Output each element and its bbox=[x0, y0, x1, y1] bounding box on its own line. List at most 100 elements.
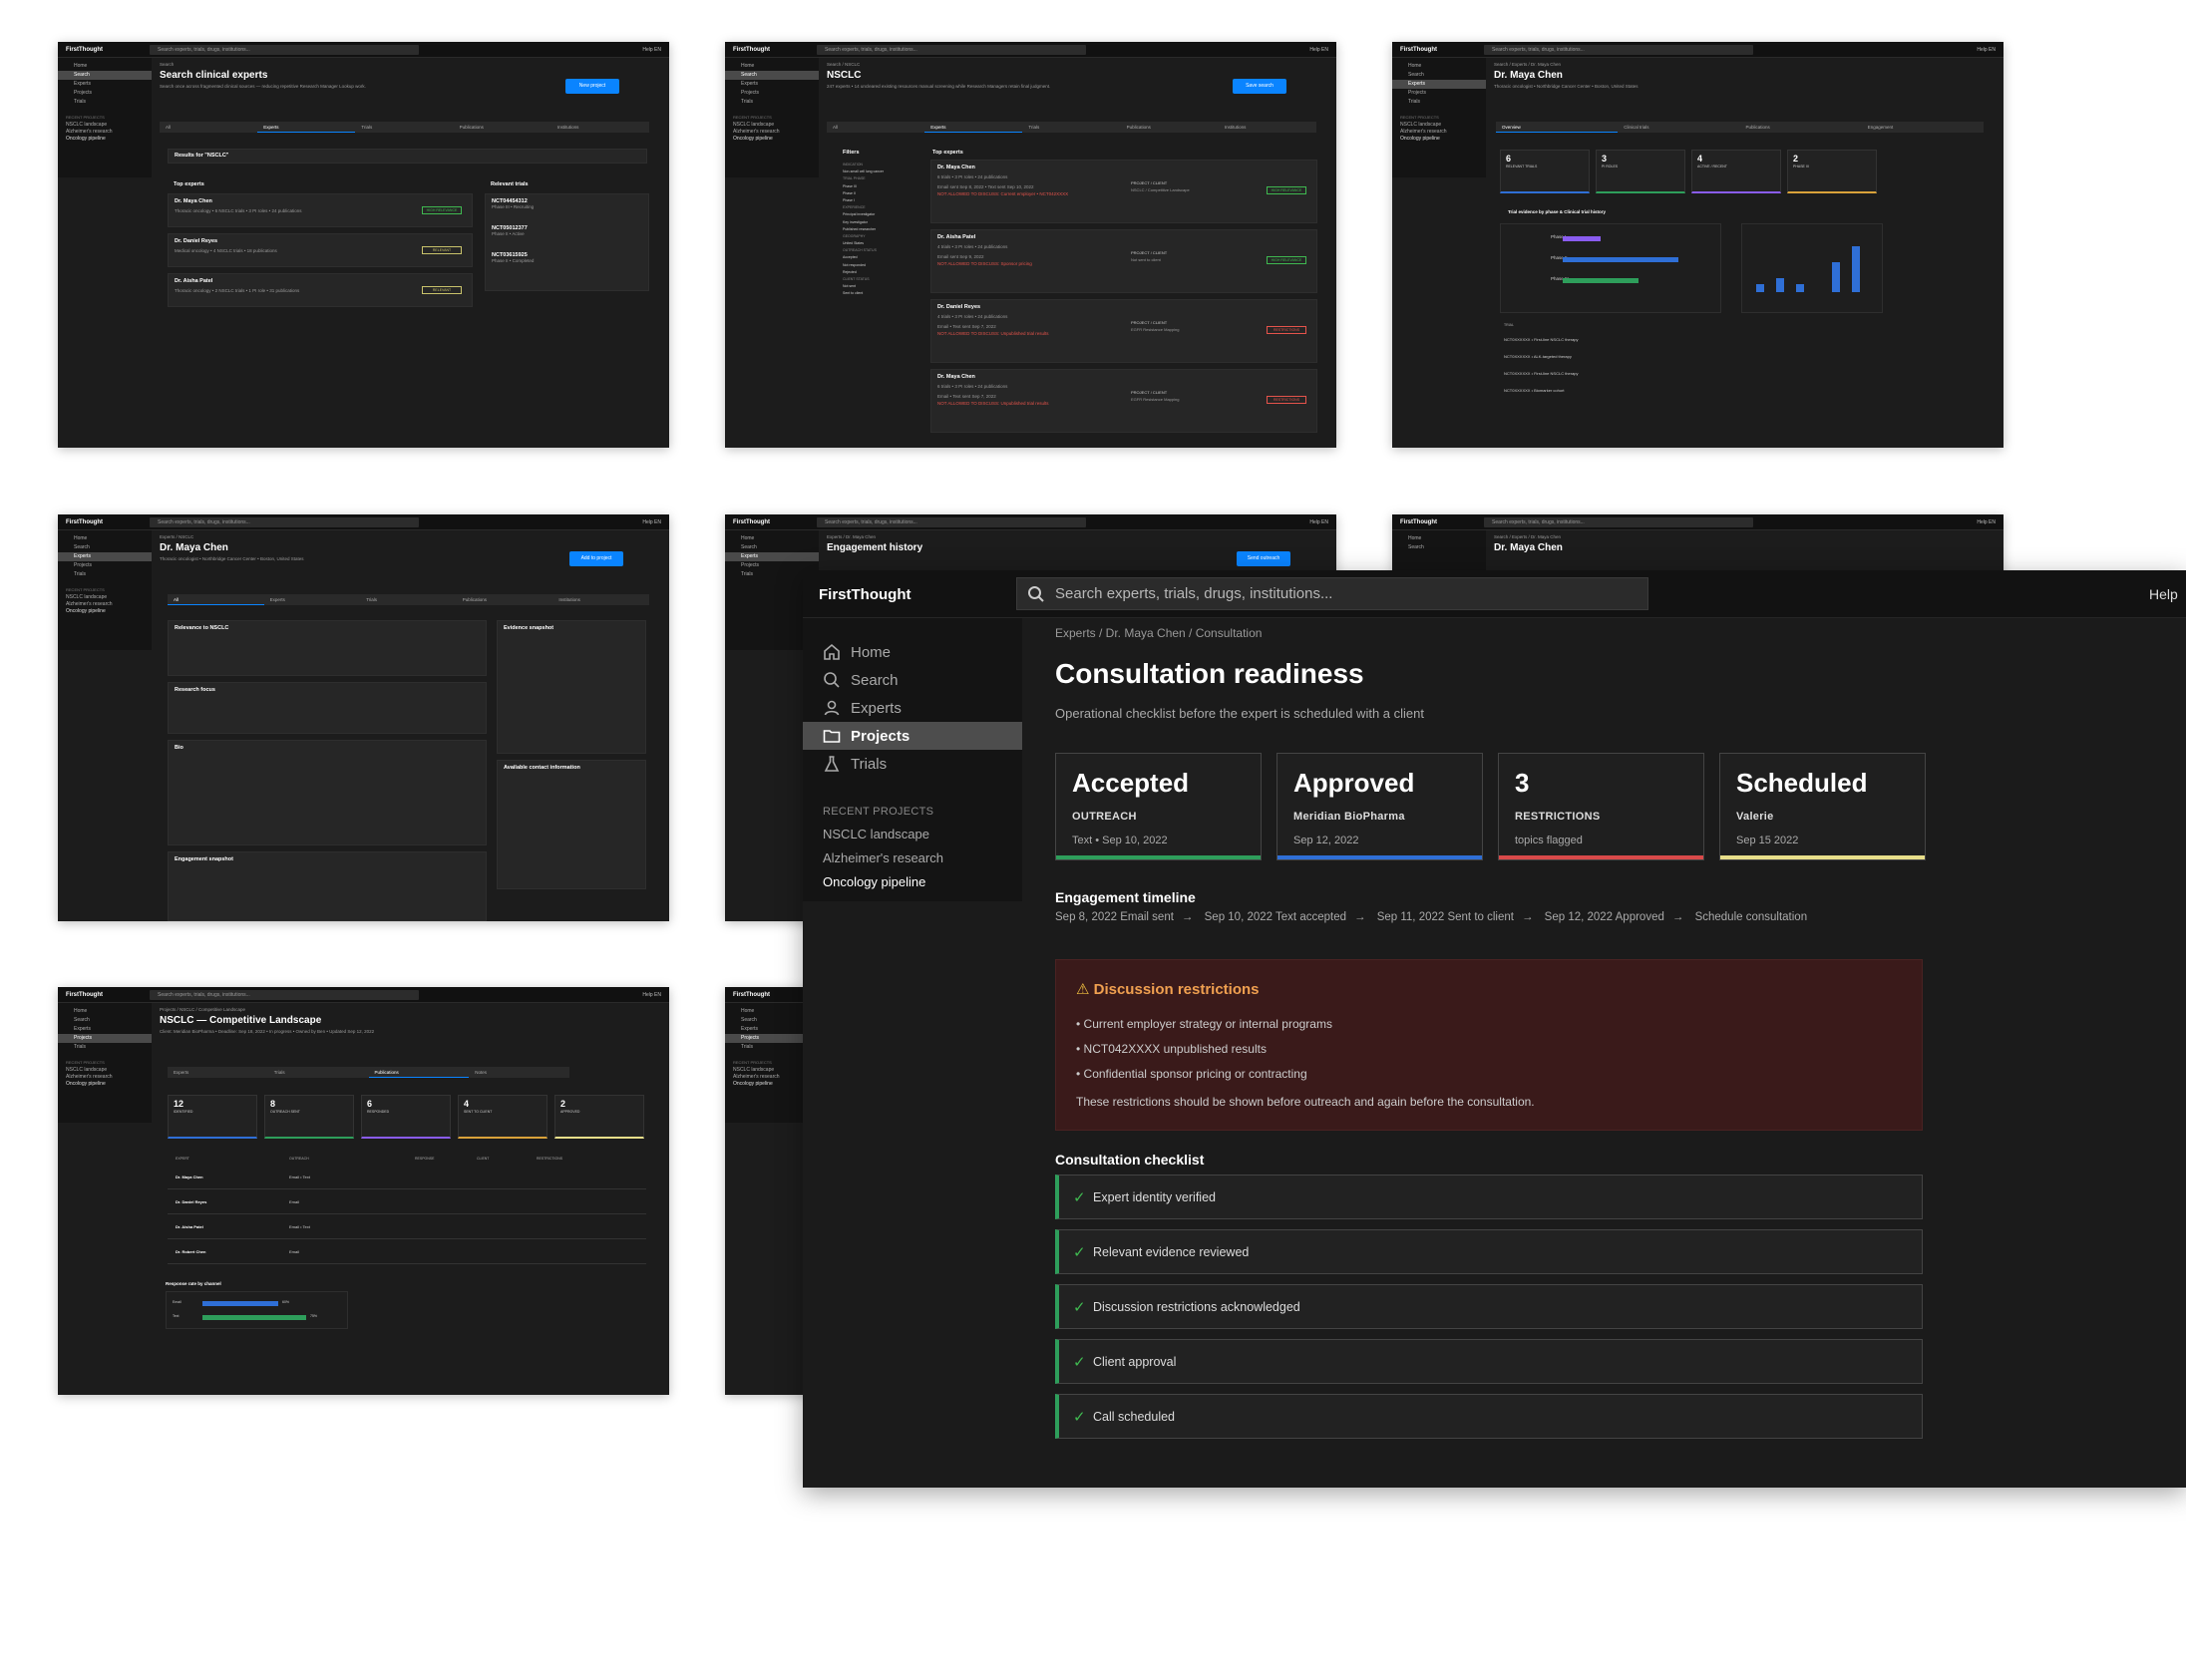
table-row-name[interactable]: Dr. Aisha Patel bbox=[176, 1224, 203, 1229]
search-input[interactable]: Search experts, trials, drugs, instituti… bbox=[1484, 517, 1753, 527]
search-input[interactable]: Search experts, trials, drugs, instituti… bbox=[1016, 577, 1648, 610]
nav-home[interactable]: Home bbox=[803, 638, 1022, 666]
filter-item[interactable]: Accepted bbox=[843, 254, 914, 261]
nav-trials[interactable]: Trials bbox=[725, 98, 819, 107]
filter-item[interactable]: Not responded bbox=[843, 262, 914, 269]
filter-item[interactable]: Published researcher bbox=[843, 226, 914, 233]
expert-card[interactable]: Dr. Aisha Patel Thoracic oncology • 2 NSC… bbox=[168, 273, 473, 307]
send-outreach-button[interactable]: Send outreach bbox=[1237, 551, 1290, 566]
expert-card[interactable]: Dr. Daniel Reyes 4 trials • 3 PI roles • … bbox=[930, 299, 1317, 363]
checklist-item[interactable]: ✓ Expert identity verified bbox=[1055, 1175, 1923, 1219]
nav-home[interactable]: Home bbox=[725, 62, 819, 71]
tab-institutions[interactable]: Institutions bbox=[552, 594, 649, 605]
tab-all[interactable]: All bbox=[168, 594, 264, 605]
tab-experts[interactable]: Experts bbox=[257, 122, 356, 133]
filter-item[interactable]: Rejected bbox=[843, 269, 914, 276]
recent-item[interactable]: Oncology pipeline bbox=[725, 136, 819, 143]
recent-item[interactable]: NSCLC landscape bbox=[58, 1067, 152, 1074]
tab-all[interactable]: All bbox=[160, 122, 257, 133]
filter-item[interactable]: Non-small cell lung cancer bbox=[843, 168, 914, 175]
recent-item[interactable]: Alzheimer's research bbox=[58, 601, 152, 608]
nav-search[interactable]: Search bbox=[725, 71, 819, 80]
tab-trials[interactable]: Trials bbox=[360, 594, 457, 605]
tab-all[interactable]: All bbox=[827, 122, 924, 133]
expert-card[interactable]: Dr. Maya Chen 6 trials • 3 PI roles • 24 … bbox=[930, 160, 1317, 223]
search-input[interactable]: Search experts, trials, drugs, instituti… bbox=[150, 517, 419, 527]
tab-publications[interactable]: Publications bbox=[1740, 122, 1862, 133]
nav-home[interactable]: Home bbox=[58, 62, 152, 71]
expert-card[interactable]: Dr. Daniel Reyes Medical oncology • 4 NSC… bbox=[168, 233, 473, 267]
table-row-name[interactable]: Dr. Daniel Reyes bbox=[176, 1199, 206, 1204]
nav-trials[interactable]: Trials bbox=[1392, 98, 1486, 107]
help-link[interactable]: Help EN bbox=[1977, 519, 1996, 525]
nav-projects[interactable]: Projects bbox=[725, 89, 819, 98]
tab-notes[interactable]: Notes bbox=[469, 1067, 569, 1078]
filter-item[interactable]: United States bbox=[843, 240, 914, 247]
nav-experts[interactable]: Experts bbox=[803, 694, 1022, 722]
filter-item[interactable]: Sent to client bbox=[843, 290, 914, 297]
tab-institutions[interactable]: Institutions bbox=[1219, 122, 1316, 133]
help-link[interactable]: Help EN bbox=[1309, 47, 1328, 53]
recent-item[interactable]: Alzheimer's research bbox=[58, 1074, 152, 1081]
nav-projects[interactable]: Projects bbox=[58, 561, 152, 570]
nav-trials[interactable]: Trials bbox=[803, 750, 1022, 778]
nav-trials[interactable]: Trials bbox=[58, 98, 152, 107]
nav-experts[interactable]: Experts bbox=[725, 552, 819, 561]
nav-search[interactable]: Search bbox=[803, 666, 1022, 694]
nav-search[interactable]: Search bbox=[1392, 543, 1486, 552]
tab-experts[interactable]: Experts bbox=[168, 1067, 268, 1078]
nav-experts[interactable]: Experts bbox=[725, 80, 819, 89]
table-row[interactable]: NCT0XXXXXX • Biomarker cohort bbox=[1504, 388, 1565, 393]
nav-home[interactable]: Home bbox=[58, 534, 152, 543]
recent-item[interactable]: Oncology pipeline bbox=[58, 608, 152, 615]
tab-publications[interactable]: Publications bbox=[368, 1067, 470, 1078]
expert-card[interactable]: Dr. Maya Chen 6 trials • 3 PI roles • 24 … bbox=[930, 369, 1317, 433]
tab-trials[interactable]: Trials bbox=[1022, 122, 1120, 133]
nav-projects[interactable]: Projects bbox=[725, 561, 819, 570]
nav-search[interactable]: Search bbox=[725, 543, 819, 552]
recent-item[interactable]: Oncology pipeline bbox=[1392, 136, 1486, 143]
tab-clinical-trials[interactable]: Clinical trials bbox=[1618, 122, 1739, 133]
recent-item[interactable]: NSCLC landscape bbox=[58, 594, 152, 601]
tab-publications[interactable]: Publications bbox=[1121, 122, 1219, 133]
table-row[interactable]: NCT0XXXXXX • First-line NSCLC therapy bbox=[1504, 337, 1579, 342]
help-link[interactable]: Help EN bbox=[1977, 47, 1996, 53]
search-input[interactable]: Search experts, trials, drugs, instituti… bbox=[150, 990, 419, 1000]
nav-projects[interactable]: Projects bbox=[58, 1034, 152, 1043]
filter-item[interactable]: Principal investigator bbox=[843, 211, 914, 218]
tab-experts[interactable]: Experts bbox=[264, 594, 361, 605]
tab-trials[interactable]: Trials bbox=[268, 1067, 369, 1078]
expert-card[interactable]: Dr. Maya Chen Thoracic oncology • 6 NSCLC… bbox=[168, 193, 473, 227]
recent-item[interactable]: NSCLC landscape bbox=[725, 122, 819, 129]
search-input[interactable]: Search experts, trials, drugs, instituti… bbox=[817, 517, 1086, 527]
nav-trials[interactable]: Trials bbox=[58, 570, 152, 579]
checklist-item[interactable]: ✓ Relevant evidence reviewed bbox=[1055, 1229, 1923, 1274]
nav-home[interactable]: Home bbox=[58, 1007, 152, 1016]
nav-search[interactable]: Search bbox=[58, 543, 152, 552]
checklist-item[interactable]: ✓ Discussion restrictions acknowledged bbox=[1055, 1284, 1923, 1329]
search-input[interactable]: Search experts, trials, drugs, instituti… bbox=[817, 45, 1086, 55]
recent-item[interactable]: Oncology pipeline bbox=[58, 136, 152, 143]
filter-item[interactable]: Phase I bbox=[843, 197, 914, 204]
save-search-button[interactable]: Save search bbox=[1233, 79, 1286, 94]
nav-experts[interactable]: Experts bbox=[58, 1025, 152, 1034]
filter-item[interactable]: Key investigator bbox=[843, 219, 914, 226]
recent-item[interactable]: Alzheimer's research bbox=[725, 129, 819, 136]
help-link[interactable]: Help bbox=[2149, 586, 2178, 602]
search-input[interactable]: Search experts, trials, drugs, instituti… bbox=[150, 45, 419, 55]
tab-publications[interactable]: Publications bbox=[454, 122, 551, 133]
help-link[interactable]: Help EN bbox=[642, 47, 661, 53]
recent-item[interactable]: NSCLC landscape bbox=[58, 122, 152, 129]
recent-item[interactable]: Oncology pipeline bbox=[58, 1081, 152, 1088]
tab-publications[interactable]: Publications bbox=[457, 594, 553, 605]
recent-item[interactable]: Oncology pipeline bbox=[803, 865, 1022, 889]
checklist-item[interactable]: ✓ Call scheduled bbox=[1055, 1394, 1923, 1439]
recent-item[interactable]: NSCLC landscape bbox=[803, 818, 1022, 841]
new-project-button[interactable]: New project bbox=[565, 79, 619, 94]
tab-overview[interactable]: Overview bbox=[1496, 122, 1619, 133]
tab-engagement[interactable]: Engagement bbox=[1862, 122, 1984, 133]
filter-item[interactable]: Not sent bbox=[843, 283, 914, 290]
table-row[interactable]: NCT0XXXXXX • ALK-targeted therapy bbox=[1504, 354, 1572, 359]
nav-search[interactable]: Search bbox=[1392, 71, 1486, 80]
nav-projects[interactable]: Projects bbox=[58, 89, 152, 98]
